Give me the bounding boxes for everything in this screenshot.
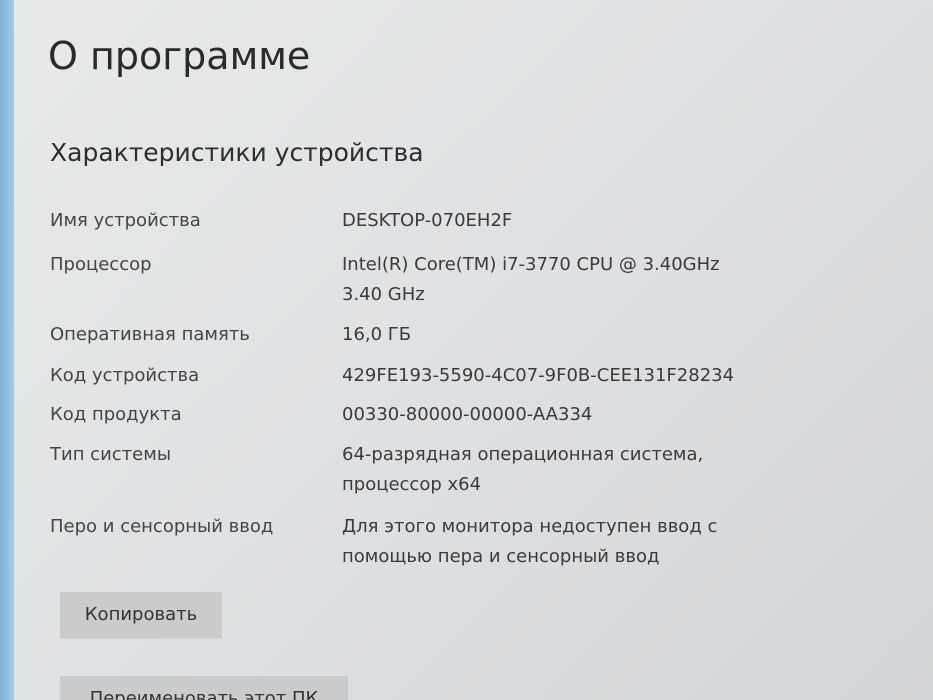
spec-label: Имя устройства xyxy=(50,210,201,231)
spec-value: 429FE193-5590-4C07-9F0B-CEE131F28234 xyxy=(342,365,735,386)
spec-label: Процессор xyxy=(50,254,152,275)
spec-label: Тип системы xyxy=(50,444,172,465)
spec-label: Оперативная память xyxy=(50,324,250,345)
spec-value: 64-разрядная операционная система, проце… xyxy=(342,444,704,495)
spec-label: Код устройства xyxy=(50,365,200,386)
spec-value: 16,0 ГБ xyxy=(342,324,412,345)
left-edge-strip xyxy=(0,0,14,700)
spec-value: 00330-80000-00000-AA334 xyxy=(342,404,593,425)
spec-value: DESKTOP-070EH2F xyxy=(342,210,513,231)
spec-value: Intel(R) Core(TM) i7-3770 CPU @ 3.40GHz … xyxy=(342,254,720,305)
copy-button[interactable]: Копировать xyxy=(60,592,222,638)
rename-pc-button[interactable]: Переименовать этот ПК xyxy=(60,676,348,700)
spec-value: Для этого монитора недоступен ввод с пом… xyxy=(342,516,718,567)
about-panel: О программе Характеристики устройства Им… xyxy=(14,0,933,700)
spec-label: Перо и сенсорный ввод xyxy=(50,516,274,537)
page-title: О программе xyxy=(48,34,311,78)
spec-label: Код продукта xyxy=(50,404,182,425)
section-title: Характеристики устройства xyxy=(50,138,424,167)
